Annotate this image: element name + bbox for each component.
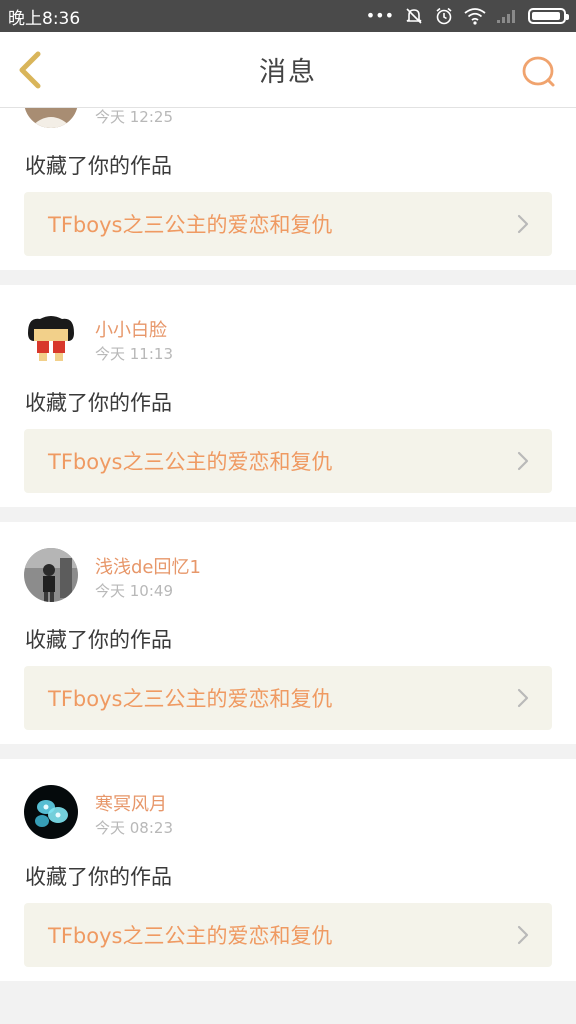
app-bar: 消息	[0, 32, 576, 108]
work-link[interactable]: TFboys之三公主的爱恋和复仇	[24, 903, 552, 967]
signal-icon	[497, 10, 515, 23]
message-card: 寒冥风月 今天 08:23 收藏了你的作品 TFboys之三公主的爱恋和复仇	[0, 759, 576, 981]
work-title: TFboys之三公主的爱恋和复仇	[48, 687, 333, 711]
work-title: TFboys之三公主的爱恋和复仇	[48, 213, 333, 237]
chevron-right-icon	[517, 214, 529, 234]
message-card: trazan 今天 12:25 收藏了你的作品 TFboys之三公主的爱恋和复仇	[0, 108, 576, 270]
username[interactable]: 小小白脸	[95, 316, 167, 342]
action-text: 收藏了你的作品	[25, 865, 172, 889]
back-button[interactable]	[12, 50, 52, 90]
avatar[interactable]	[24, 108, 78, 128]
message-time: 今天 08:23	[95, 819, 173, 837]
avatar[interactable]	[24, 311, 78, 365]
work-link[interactable]: TFboys之三公主的爱恋和复仇	[24, 429, 552, 493]
action-text: 收藏了你的作品	[25, 391, 172, 415]
status-icons: •••	[365, 6, 569, 26]
wifi-icon	[464, 8, 486, 25]
battery-icon	[528, 8, 569, 24]
avatar[interactable]	[24, 548, 78, 602]
page-title: 消息	[259, 57, 317, 88]
work-link[interactable]: TFboys之三公主的爱恋和复仇	[24, 192, 552, 256]
chevron-right-icon	[517, 451, 529, 471]
action-text: 收藏了你的作品	[25, 154, 172, 178]
message-time: 今天 12:25	[95, 108, 173, 126]
alarm-icon	[436, 7, 452, 25]
message-list[interactable]: trazan 今天 12:25 收藏了你的作品 TFboys之三公主的爱恋和复仇	[0, 108, 576, 1024]
message-card: 小小白脸 今天 11:13 收藏了你的作品 TFboys之三公主的爱恋和复仇	[0, 285, 576, 507]
username[interactable]: 浅浅de回忆1	[95, 553, 201, 579]
avatar[interactable]	[24, 785, 78, 839]
chevron-right-icon	[517, 688, 529, 708]
status-bar: 晚上8:36 •••	[0, 0, 576, 32]
work-title: TFboys之三公主的爱恋和复仇	[48, 924, 333, 948]
work-title: TFboys之三公主的爱恋和复仇	[48, 450, 333, 474]
chevron-right-icon	[517, 925, 529, 945]
status-time: 晚上8:36	[8, 8, 81, 29]
search-icon[interactable]	[520, 54, 558, 90]
work-link[interactable]: TFboys之三公主的爱恋和复仇	[24, 666, 552, 730]
message-time: 今天 11:13	[95, 345, 173, 363]
action-text: 收藏了你的作品	[25, 628, 172, 652]
message-time: 今天 10:49	[95, 582, 173, 600]
more-dots-icon: •••	[365, 6, 394, 25]
mute-icon	[406, 8, 422, 24]
message-card: 浅浅de回忆1 今天 10:49 收藏了你的作品 TFboys之三公主的爱恋和复…	[0, 522, 576, 744]
username[interactable]: 寒冥风月	[95, 790, 167, 816]
